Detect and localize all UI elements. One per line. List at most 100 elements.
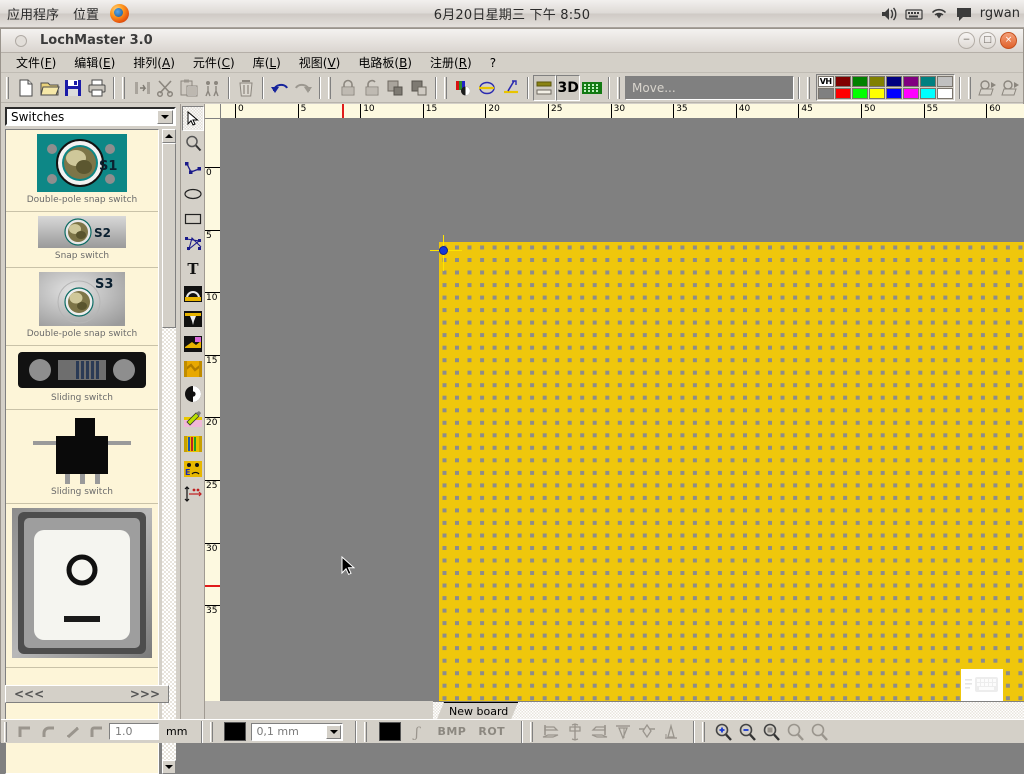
library-scrollbar[interactable] xyxy=(162,129,176,774)
toolbar-grip[interactable] xyxy=(807,77,812,99)
rotate-icon[interactable] xyxy=(476,75,500,101)
align-center-v-icon[interactable] xyxy=(635,721,659,743)
clock[interactable]: 6月20日星期三 下午 8:50 xyxy=(0,4,1024,23)
unlock-icon[interactable] xyxy=(360,75,384,101)
volume-icon[interactable] xyxy=(880,6,898,22)
tab-new-board[interactable]: New board xyxy=(437,702,518,719)
ellipse-tool[interactable] xyxy=(182,181,204,206)
rot-button[interactable]: ROT xyxy=(472,725,511,738)
toolbar-grip[interactable] xyxy=(328,77,333,99)
maximize-button[interactable]: □ xyxy=(979,32,996,49)
solder-pad-tool[interactable] xyxy=(182,306,204,331)
zoom-region-icon[interactable] xyxy=(783,721,807,743)
toolbar-grip[interactable] xyxy=(702,722,708,742)
print-icon[interactable] xyxy=(85,75,109,101)
palette-swatch[interactable] xyxy=(937,76,953,87)
polyline-tool[interactable] xyxy=(182,156,204,181)
fill-color-button[interactable] xyxy=(224,722,246,741)
place-part-icon[interactable] xyxy=(976,75,1000,101)
undo-arrow-icon[interactable] xyxy=(268,75,292,101)
mirror-icon[interactable] xyxy=(130,75,154,101)
stroke-color-button[interactable] xyxy=(379,722,401,741)
library-parts-list[interactable]: S1 Double-pole snap switch xyxy=(5,129,159,774)
palette-swatch[interactable] xyxy=(818,88,834,99)
scroll-up-button[interactable] xyxy=(162,129,176,143)
corner-step-icon[interactable] xyxy=(85,721,109,743)
duplicate-icon[interactable] xyxy=(201,75,225,101)
scrollbar-track[interactable] xyxy=(162,143,176,760)
send-back-icon[interactable] xyxy=(407,75,431,101)
perfboard[interactable] xyxy=(439,242,1024,717)
rectangle-tool[interactable] xyxy=(182,206,204,231)
cut-track-tool[interactable] xyxy=(182,406,204,431)
align-right-icon[interactable] xyxy=(587,721,611,743)
align-center-h-icon[interactable] xyxy=(563,721,587,743)
list-item[interactable]: Sliding switch xyxy=(6,346,158,410)
library-next-button[interactable]: >>> xyxy=(130,687,160,701)
close-button[interactable]: × xyxy=(1000,32,1017,49)
polygon-tool[interactable] xyxy=(182,231,204,256)
text-tool[interactable]: T xyxy=(182,256,204,281)
zoom-prev-icon[interactable] xyxy=(807,721,831,743)
font-style-icon[interactable]: ʃ xyxy=(407,721,431,743)
lock-icon[interactable] xyxy=(336,75,360,101)
select-arrow-tool[interactable] xyxy=(182,106,204,131)
chevron-down-icon[interactable] xyxy=(326,725,341,739)
list-item[interactable]: S2 Snap switch xyxy=(6,212,158,268)
menu-library[interactable]: 库(L) xyxy=(244,53,290,72)
cut-scissors-icon[interactable] xyxy=(154,75,178,101)
open-folder-icon[interactable] xyxy=(38,75,62,101)
align-top-icon[interactable] xyxy=(611,721,635,743)
list-item[interactable]: S1 Double-pole snap switch xyxy=(6,130,158,212)
origin-dot[interactable] xyxy=(439,246,448,255)
palette-swatch[interactable] xyxy=(852,76,868,87)
palette-swatch[interactable] xyxy=(903,88,919,99)
library-prev-button[interactable]: <<< xyxy=(14,687,44,701)
corner-diagonal-icon[interactable] xyxy=(61,721,85,743)
palette-swatch[interactable] xyxy=(869,88,885,99)
palette-swatch[interactable] xyxy=(835,88,851,99)
list-item[interactable]: S3 Double-pole snap switch xyxy=(6,268,158,346)
toolbar-grip[interactable] xyxy=(444,77,449,99)
bmp-button[interactable]: BMP xyxy=(431,725,472,738)
align-left-icon[interactable] xyxy=(539,721,563,743)
toolbar-grip[interactable] xyxy=(364,722,370,742)
palette-swatch[interactable] xyxy=(869,76,885,87)
menu-register[interactable]: 注册(R) xyxy=(421,53,481,72)
bring-front-icon[interactable] xyxy=(383,75,407,101)
toolbar-grip[interactable] xyxy=(530,722,536,742)
dimension-tool[interactable] xyxy=(182,481,204,506)
keyboard-layout-icon[interactable] xyxy=(961,669,1003,701)
save-disk-icon[interactable] xyxy=(62,75,86,101)
delete-trash-icon[interactable] xyxy=(234,75,258,101)
palette-swatch[interactable] xyxy=(920,76,936,87)
copper-area-tool[interactable] xyxy=(182,356,204,381)
menu-components[interactable]: 元件(C) xyxy=(184,53,244,72)
toolbar-grip[interactable] xyxy=(617,77,622,99)
menu-board[interactable]: 电路板(B) xyxy=(349,53,421,72)
palette-vh-button[interactable]: VH xyxy=(818,76,834,87)
color-layers-icon[interactable] xyxy=(452,75,476,101)
toolbar-grip[interactable] xyxy=(210,722,216,742)
strip-board-icon[interactable] xyxy=(580,75,604,101)
menu-edit[interactable]: 编辑(E) xyxy=(65,53,124,72)
chevron-down-icon[interactable] xyxy=(157,110,173,124)
toolbar-grip[interactable] xyxy=(122,77,127,99)
line-width-input[interactable]: 1.0 xyxy=(109,723,159,740)
menu-help[interactable]: ? xyxy=(481,55,505,71)
window-menu-icon[interactable] xyxy=(15,35,27,47)
palette-swatch[interactable] xyxy=(886,76,902,87)
zoom-in-icon[interactable] xyxy=(711,721,735,743)
menu-file[interactable]: 文件(F) xyxy=(7,53,65,72)
menu-view[interactable]: 视图(V) xyxy=(290,53,350,72)
scrollbar-thumb[interactable] xyxy=(162,143,176,328)
keyboard-icon[interactable] xyxy=(905,6,923,22)
paste-clipboard-icon[interactable] xyxy=(177,75,201,101)
zoom-out-icon[interactable] xyxy=(735,721,759,743)
move-status-field[interactable]: Move... xyxy=(625,76,794,100)
flip-icon[interactable] xyxy=(499,75,523,101)
resistor-tool[interactable] xyxy=(182,431,204,456)
palette-swatch[interactable] xyxy=(920,88,936,99)
menu-arrange[interactable]: 排列(A) xyxy=(124,53,184,72)
list-item[interactable]: Sliding switch xyxy=(6,410,158,504)
